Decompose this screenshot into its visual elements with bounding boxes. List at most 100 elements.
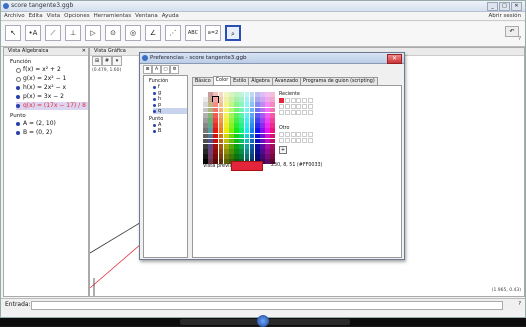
- color-swatch[interactable]: [244, 92, 250, 97]
- color-swatch[interactable]: [270, 97, 276, 102]
- color-swatch[interactable]: [239, 133, 245, 139]
- recent-color-swatch[interactable]: [307, 98, 313, 103]
- color-swatch[interactable]: [265, 107, 271, 113]
- color-swatch[interactable]: [228, 154, 234, 160]
- color-swatch[interactable]: [244, 107, 250, 113]
- color-swatch[interactable]: [223, 112, 229, 118]
- other-colors-grid[interactable]: [279, 132, 313, 143]
- color-swatch[interactable]: [203, 123, 208, 128]
- visibility-toggle-icon[interactable]: [16, 86, 20, 90]
- color-swatch[interactable]: [208, 149, 213, 154]
- color-swatch[interactable]: [203, 128, 208, 134]
- add-color-button[interactable]: +: [279, 146, 287, 154]
- color-swatch[interactable]: [249, 154, 255, 160]
- color-swatch[interactable]: [213, 117, 219, 123]
- color-swatch[interactable]: [234, 102, 239, 108]
- tree-item-q[interactable]: q: [153, 108, 187, 114]
- color-swatch[interactable]: [213, 112, 219, 118]
- other-color-swatch[interactable]: [296, 132, 302, 137]
- menu-ayuda[interactable]: Ayuda: [162, 12, 179, 20]
- algebra-item-g[interactable]: g(x) = 2x² − 1: [16, 75, 88, 83]
- color-swatch[interactable]: [239, 92, 245, 97]
- color-swatch[interactable]: [260, 92, 265, 97]
- color-swatch[interactable]: [218, 97, 224, 102]
- color-swatch[interactable]: [265, 159, 271, 165]
- color-swatch[interactable]: [244, 128, 250, 134]
- menu-vista[interactable]: Vista: [47, 12, 61, 20]
- menu-edita[interactable]: Edita: [29, 12, 43, 20]
- color-swatch[interactable]: [218, 133, 224, 139]
- menu-archivo[interactable]: Archivo: [4, 12, 25, 20]
- color-swatch[interactable]: [223, 117, 229, 123]
- color-swatch[interactable]: [218, 107, 224, 113]
- color-swatch[interactable]: [244, 97, 250, 102]
- color-swatch[interactable]: [223, 138, 229, 144]
- color-swatch[interactable]: [265, 138, 271, 144]
- tab-scripting[interactable]: Programa de guion (scripting): [300, 77, 378, 85]
- color-swatch[interactable]: [239, 143, 245, 149]
- color-swatch[interactable]: [223, 128, 229, 134]
- other-color-swatch[interactable]: [279, 132, 284, 137]
- color-swatch[interactable]: [234, 149, 239, 154]
- color-swatch[interactable]: [249, 143, 255, 149]
- color-swatch[interactable]: [260, 133, 265, 139]
- color-swatch[interactable]: [260, 138, 265, 144]
- minimize-button[interactable]: _: [487, 2, 498, 11]
- color-swatch[interactable]: [203, 138, 208, 144]
- color-swatch[interactable]: [270, 149, 276, 154]
- color-swatch[interactable]: [228, 138, 234, 144]
- color-swatch[interactable]: [203, 117, 208, 123]
- graphics-settings-icon[interactable]: ⊞: [143, 65, 152, 74]
- color-swatch[interactable]: [270, 154, 276, 160]
- color-swatch[interactable]: [249, 112, 255, 118]
- color-swatch[interactable]: [249, 107, 255, 113]
- angle-tool-icon[interactable]: ∠: [145, 25, 161, 41]
- color-swatch[interactable]: [265, 128, 271, 134]
- recent-color-swatch[interactable]: [279, 109, 284, 115]
- recent-color-swatch[interactable]: [284, 103, 290, 109]
- color-swatch[interactable]: [239, 154, 245, 160]
- close-button[interactable]: ✕: [511, 2, 522, 11]
- other-color-swatch[interactable]: [290, 132, 296, 137]
- menu-opciones[interactable]: Opciones: [64, 12, 89, 20]
- color-swatch[interactable]: [218, 143, 224, 149]
- color-swatch[interactable]: [234, 128, 239, 134]
- color-swatch[interactable]: [228, 149, 234, 154]
- algebra-settings-icon[interactable]: A: [152, 65, 161, 74]
- color-swatch[interactable]: [223, 133, 229, 139]
- color-swatch[interactable]: [265, 92, 271, 97]
- other-color-swatch[interactable]: [279, 137, 284, 143]
- color-swatch[interactable]: [270, 128, 276, 134]
- color-swatch[interactable]: [239, 107, 245, 113]
- color-swatch[interactable]: [239, 138, 245, 144]
- algebra-item-q[interactable]: q(x) = (17x − 17) / 8: [16, 102, 88, 110]
- recent-color-swatch[interactable]: [279, 103, 284, 109]
- color-swatch[interactable]: [239, 112, 245, 118]
- color-swatch[interactable]: [260, 117, 265, 123]
- recent-color-swatch[interactable]: [302, 98, 308, 103]
- circle-tool-icon[interactable]: ⊙: [105, 25, 121, 41]
- color-swatch[interactable]: [249, 138, 255, 144]
- color-swatch[interactable]: [228, 112, 234, 118]
- menu-ventana[interactable]: Ventana: [135, 12, 158, 20]
- input-help-icon[interactable]: ?: [518, 301, 521, 307]
- tab-avanzado[interactable]: Avanzado: [271, 77, 302, 85]
- color-swatch[interactable]: [260, 143, 265, 149]
- recent-color-swatch[interactable]: [284, 98, 290, 103]
- color-swatch[interactable]: [265, 97, 271, 102]
- input-field[interactable]: [31, 301, 503, 310]
- color-swatch[interactable]: [208, 117, 213, 123]
- color-swatch[interactable]: [213, 128, 219, 134]
- text-tool-icon[interactable]: ABC: [185, 25, 201, 41]
- color-swatch[interactable]: [249, 102, 255, 108]
- color-swatch[interactable]: [254, 154, 260, 160]
- move-tool-icon[interactable]: ↖: [5, 25, 21, 41]
- sign-in-link[interactable]: Abrir sesión: [488, 12, 525, 20]
- advanced-settings-icon[interactable]: ⚙: [170, 65, 179, 74]
- color-swatch[interactable]: [234, 133, 239, 139]
- color-swatch[interactable]: [213, 102, 219, 108]
- visibility-toggle-icon[interactable]: [16, 122, 20, 126]
- color-swatch[interactable]: [254, 133, 260, 139]
- color-swatch[interactable]: [228, 107, 234, 113]
- algebra-item-h[interactable]: h(x) = 2x² − x: [16, 84, 88, 92]
